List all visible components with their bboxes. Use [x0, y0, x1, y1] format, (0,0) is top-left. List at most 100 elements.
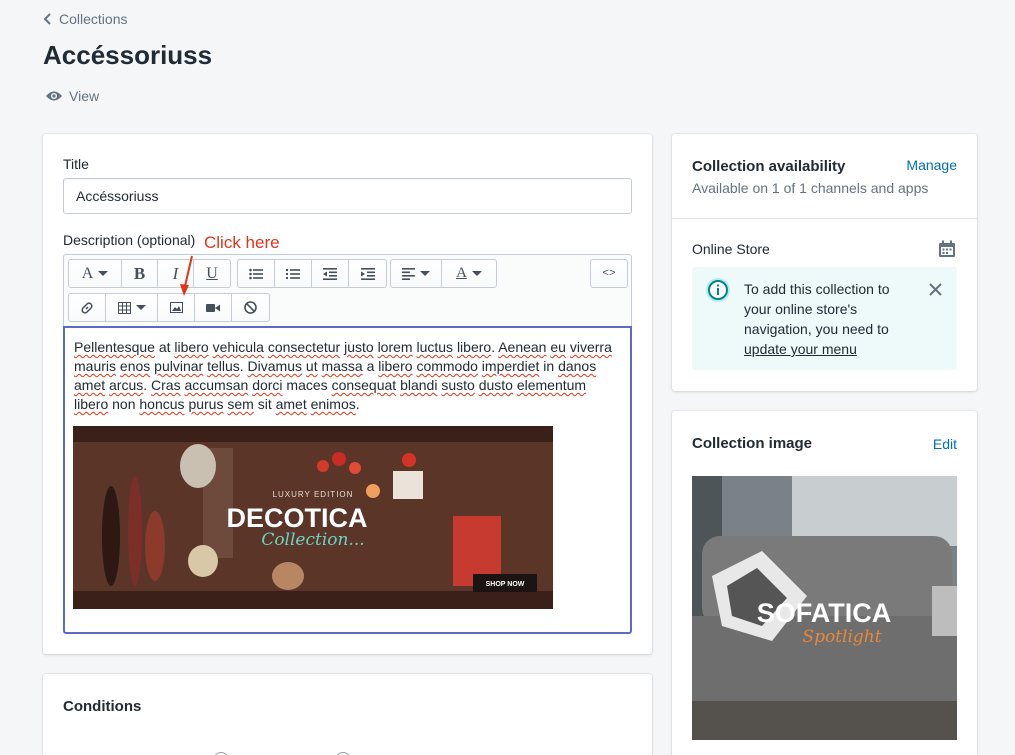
- bullet-list-button[interactable]: [238, 260, 275, 287]
- chevron-left-icon: [43, 13, 51, 25]
- conditions-title: Conditions: [63, 698, 142, 715]
- view-button[interactable]: View: [45, 88, 99, 104]
- align-left-icon: [402, 267, 415, 280]
- indent-button[interactable]: [349, 260, 386, 287]
- description-word: Divamus: [247, 358, 303, 374]
- description-word: Cras: [151, 377, 181, 393]
- description-editor[interactable]: Pellentesque at libero vehicula consecte…: [63, 326, 632, 634]
- conditions-card: Conditions: [43, 674, 652, 755]
- description-word: blandi: [400, 377, 438, 393]
- description-word: viverra: [569, 339, 612, 355]
- description-word: libero: [174, 339, 209, 355]
- description-word: tellus: [207, 358, 240, 374]
- navigation-info-banner: To add this collection to your online st…: [692, 267, 957, 370]
- title-input[interactable]: Accéssoriuss: [63, 178, 632, 214]
- description-word: Pellentesque: [74, 339, 155, 355]
- sofatica-image-art: SOFATICA Spotlight: [692, 476, 957, 740]
- numbered-list-button[interactable]: [275, 260, 312, 287]
- indent-icon: [360, 267, 375, 280]
- description-word: susto: [441, 377, 475, 393]
- banner-brand-text: DECOTICA: [227, 503, 368, 533]
- collection-image-card: Collection image Edit SOFATICA Spotlight: [672, 411, 977, 755]
- description-word: libero: [74, 396, 109, 412]
- collection-availability-card: Collection availability Manage Available…: [672, 134, 977, 391]
- annotation-arrow: [180, 255, 193, 296]
- description-word: at: [154, 339, 175, 355]
- description-word: purus: [188, 396, 224, 412]
- table-icon: [117, 301, 131, 314]
- breadcrumb-back-link[interactable]: Collections: [43, 11, 127, 27]
- decotica-banner-art: LUXURY EDITION DECOTICA Collection... SH…: [73, 426, 553, 609]
- description-word: libero: [456, 339, 492, 355]
- description-word: commodo: [416, 358, 478, 374]
- description-word: justo: [344, 339, 374, 355]
- notice-prefix: To add this collection to your online st…: [744, 281, 890, 337]
- insert-link-button[interactable]: [69, 294, 106, 321]
- description-word: vehicula: [212, 339, 264, 355]
- decotica-banner-image: LUXURY EDITION DECOTICA Collection... SH…: [73, 426, 553, 609]
- description-word: sem: [227, 396, 254, 412]
- description-word: libero: [378, 358, 413, 374]
- breadcrumb-label: Collections: [59, 11, 128, 27]
- description-word: massa: [321, 358, 363, 374]
- description-word: amet: [275, 396, 307, 412]
- collection-image-thumbnail[interactable]: SOFATICA Spotlight: [692, 476, 957, 740]
- chevron-down-icon: [98, 271, 109, 276]
- numbered-list-icon: [286, 268, 300, 279]
- description-word: Aenean: [498, 339, 547, 355]
- collection-details-card: Title Accéssoriuss Description (optional…: [43, 134, 652, 654]
- text-color-dropdown[interactable]: A: [442, 260, 496, 287]
- chevron-down-icon: [471, 271, 482, 276]
- description-word: .: [355, 396, 360, 412]
- manage-availability-link[interactable]: Manage: [906, 157, 957, 173]
- description-word: pulvinar: [154, 358, 204, 374]
- sofatica-script-text: Spotlight: [802, 627, 881, 647]
- description-word: dusto: [478, 377, 513, 393]
- description-word: luctus: [416, 339, 454, 355]
- insert-video-button[interactable]: [195, 294, 232, 321]
- view-label: View: [69, 88, 100, 104]
- annotation-click-here: Click here: [204, 233, 280, 252]
- rich-text-toolbar: A B I U A <>: [63, 254, 632, 327]
- image-icon: [169, 302, 183, 313]
- info-icon: [706, 278, 730, 302]
- update-menu-link[interactable]: update your menu: [744, 341, 857, 357]
- description-word: imperdiet: [481, 358, 540, 374]
- description-word: danos: [558, 358, 597, 374]
- link-icon: [81, 301, 93, 314]
- availability-subtitle: Available on 1 of 1 channels and apps: [692, 180, 929, 196]
- clear-formatting-icon: [244, 301, 257, 314]
- font-style-dropdown[interactable]: A: [69, 260, 122, 287]
- bold-button[interactable]: B: [122, 260, 158, 287]
- description-word: enimos: [310, 396, 356, 412]
- availability-title: Collection availability: [692, 158, 846, 175]
- underline-button[interactable]: U: [194, 260, 230, 287]
- description-word: amet: [74, 377, 106, 393]
- navigation-info-text: To add this collection to your online st…: [744, 279, 919, 359]
- calendar-icon[interactable]: [938, 240, 956, 258]
- clear-formatting-button[interactable]: [232, 294, 269, 321]
- insert-table-dropdown[interactable]: [106, 294, 158, 321]
- align-dropdown[interactable]: [391, 260, 442, 287]
- outdent-button[interactable]: [312, 260, 349, 287]
- html-view-button[interactable]: <>: [591, 260, 627, 287]
- video-icon: [206, 303, 220, 312]
- description-word: non: [112, 396, 136, 412]
- description-word: .: [143, 377, 152, 393]
- description-word: honcus: [139, 396, 185, 412]
- chevron-down-icon: [420, 271, 430, 276]
- description-word: consequat: [331, 377, 397, 393]
- close-icon[interactable]: [929, 283, 942, 296]
- description-word: maces: [282, 377, 332, 393]
- description-word: arcus: [109, 377, 144, 393]
- sofatica-brand-text: SOFATICA: [757, 598, 892, 628]
- edit-image-link[interactable]: Edit: [933, 436, 957, 452]
- banner-script-text: Collection...: [261, 530, 364, 550]
- description-word: accumsan: [184, 377, 249, 393]
- description-word: enos: [119, 358, 151, 374]
- description-word: consectetur: [267, 339, 341, 355]
- banner-edition-text: LUXURY EDITION: [273, 490, 354, 499]
- description-word: .: [239, 358, 248, 374]
- eye-icon: [46, 91, 62, 101]
- description-text: Pellentesque at libero vehicula consecte…: [74, 338, 621, 414]
